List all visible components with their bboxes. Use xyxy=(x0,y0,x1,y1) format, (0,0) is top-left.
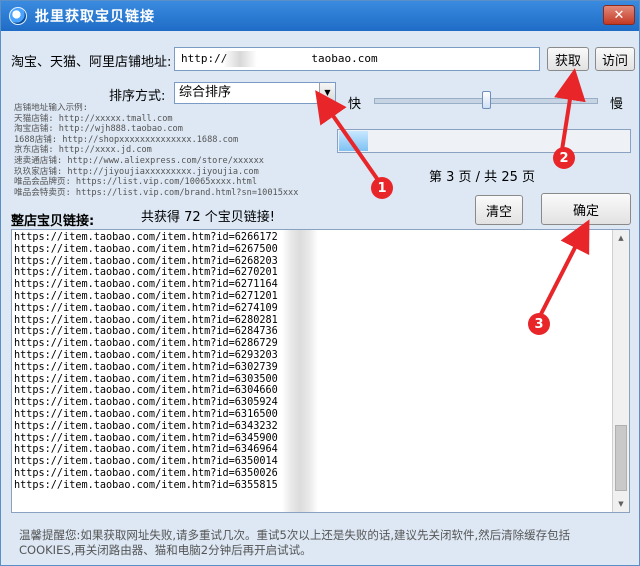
link-row: https://item.taobao.com/item.htm?id=6268… xyxy=(14,255,278,267)
url-example-line: 速卖通店铺: http://www.aliexpress.com/store/x… xyxy=(14,155,264,166)
sort-label: 排序方式: xyxy=(109,89,166,104)
link-row: https://item.taobao.com/item.htm?id=6286… xyxy=(14,338,278,350)
url-prefix: http:// xyxy=(181,52,228,65)
links-label: 整店宝贝链接: xyxy=(11,214,95,229)
progress-bar xyxy=(337,129,631,153)
link-row: https://item.taobao.com/item.htm?id=6316… xyxy=(14,408,278,420)
link-row: https://item.taobao.com/item.htm?id=6271… xyxy=(14,290,278,302)
footer-tip: 温馨提醒您:如果获取网址失败,请多重试几次。重试5次以上还是失败的话,建议先关闭… xyxy=(19,528,571,557)
url-domain: taobao.com xyxy=(311,52,378,65)
url-example-line: 1688店铺: http://shopxxxxxxxxxxxxxx.1688.c… xyxy=(14,134,239,145)
close-button[interactable]: ✕ xyxy=(603,5,635,25)
links-textarea[interactable]: https://item.taobao.com/item.htm?id=6266… xyxy=(11,229,630,513)
link-row: https://item.taobao.com/item.htm?id=6302… xyxy=(14,361,278,373)
annotation-badge-1: 1 xyxy=(371,177,393,199)
id-redaction xyxy=(282,230,318,512)
link-row: https://item.taobao.com/item.htm?id=6350… xyxy=(14,456,278,468)
link-row: https://item.taobao.com/item.htm?id=6305… xyxy=(14,397,278,409)
link-row: https://item.taobao.com/item.htm?id=6345… xyxy=(14,432,278,444)
scroll-down-icon[interactable]: ▼ xyxy=(613,496,629,512)
link-row: https://item.taobao.com/item.htm?id=6270… xyxy=(14,267,278,279)
link-row: https://item.taobao.com/item.htm?id=6303… xyxy=(14,373,278,385)
url-example-line: 玖玖家店铺: http://jiyoujiaxxxxxxxxx.jiyoujia… xyxy=(14,166,259,177)
url-example-line: 唯品会特卖页: https://list.vip.com/brand.html?… xyxy=(14,187,299,198)
links-list: https://item.taobao.com/item.htm?id=6266… xyxy=(14,232,278,492)
progress-fill xyxy=(339,131,369,151)
link-row: https://item.taobao.com/item.htm?id=6346… xyxy=(14,444,278,456)
url-example-line: 店铺地址输入示例: xyxy=(14,103,88,113)
sort-select[interactable]: 综合排序 ▼ xyxy=(174,82,336,104)
speed-slider-thumb[interactable] xyxy=(482,91,491,109)
shop-url-label: 淘宝、天猫、阿里店铺地址: xyxy=(11,55,172,70)
window-title: 批里获取宝贝链接 xyxy=(35,9,155,25)
link-row: https://item.taobao.com/item.htm?id=6350… xyxy=(14,467,278,479)
link-row: https://item.taobao.com/item.htm?id=6293… xyxy=(14,349,278,361)
link-row: https://item.taobao.com/item.htm?id=6271… xyxy=(14,279,278,291)
scroll-thumb[interactable] xyxy=(615,425,627,491)
url-redaction xyxy=(223,51,257,67)
link-row: https://item.taobao.com/item.htm?id=6284… xyxy=(14,326,278,338)
app-window: 批里获取宝贝链接 ✕ 淘宝、天猫、阿里店铺地址: http:// taobao.c… xyxy=(0,0,640,566)
annotation-badge-2: 2 xyxy=(553,147,575,169)
visit-button[interactable]: 访问 xyxy=(595,47,635,71)
url-examples: 店铺地址输入示例: 天猫店铺: http://xxxxx.tmall.com 淘宝店… xyxy=(14,103,334,198)
page-info: 第 3 页 / 共 25 页 xyxy=(429,170,535,185)
link-row: https://item.taobao.com/item.htm?id=6355… xyxy=(14,479,278,491)
link-row: https://item.taobao.com/item.htm?id=6280… xyxy=(14,314,278,326)
url-example-line: 京东店铺: http://xxxx.jd.com xyxy=(14,145,152,156)
link-row: https://item.taobao.com/item.htm?id=6304… xyxy=(14,385,278,397)
link-count: 共获得 72 个宝贝链接! xyxy=(141,210,276,225)
url-example-line: 淘宝店铺: http://wjh888.taobao.com xyxy=(14,124,183,135)
fetch-button[interactable]: 获取 xyxy=(547,47,589,71)
url-example-line: 唯品会品牌页: https://list.vip.com/10065xxxx.h… xyxy=(14,177,257,188)
sort-selected-value: 综合排序 xyxy=(179,85,232,100)
annotation-badge-3: 3 xyxy=(528,313,550,335)
title-bar[interactable]: 批里获取宝贝链接 ✕ xyxy=(1,1,639,31)
url-example-line: 天猫店铺: http://xxxxx.tmall.com xyxy=(14,113,173,124)
speed-fast-label: 快 xyxy=(348,97,362,112)
link-row: https://item.taobao.com/item.htm?id=6274… xyxy=(14,302,278,314)
app-logo-icon xyxy=(9,7,27,25)
link-row: https://item.taobao.com/item.htm?id=6266… xyxy=(14,232,278,243)
links-scrollbar[interactable]: ▲ ▼ xyxy=(612,230,629,512)
clear-button[interactable]: 清空 xyxy=(475,195,523,225)
confirm-button[interactable]: 确定 xyxy=(541,193,631,225)
speed-slow-label: 慢 xyxy=(610,97,624,112)
link-row: https://item.taobao.com/item.htm?id=6343… xyxy=(14,420,278,432)
chevron-down-icon[interactable]: ▼ xyxy=(319,83,335,103)
link-row: https://item.taobao.com/item.htm?id=6267… xyxy=(14,243,278,255)
scroll-up-icon[interactable]: ▲ xyxy=(613,230,629,246)
